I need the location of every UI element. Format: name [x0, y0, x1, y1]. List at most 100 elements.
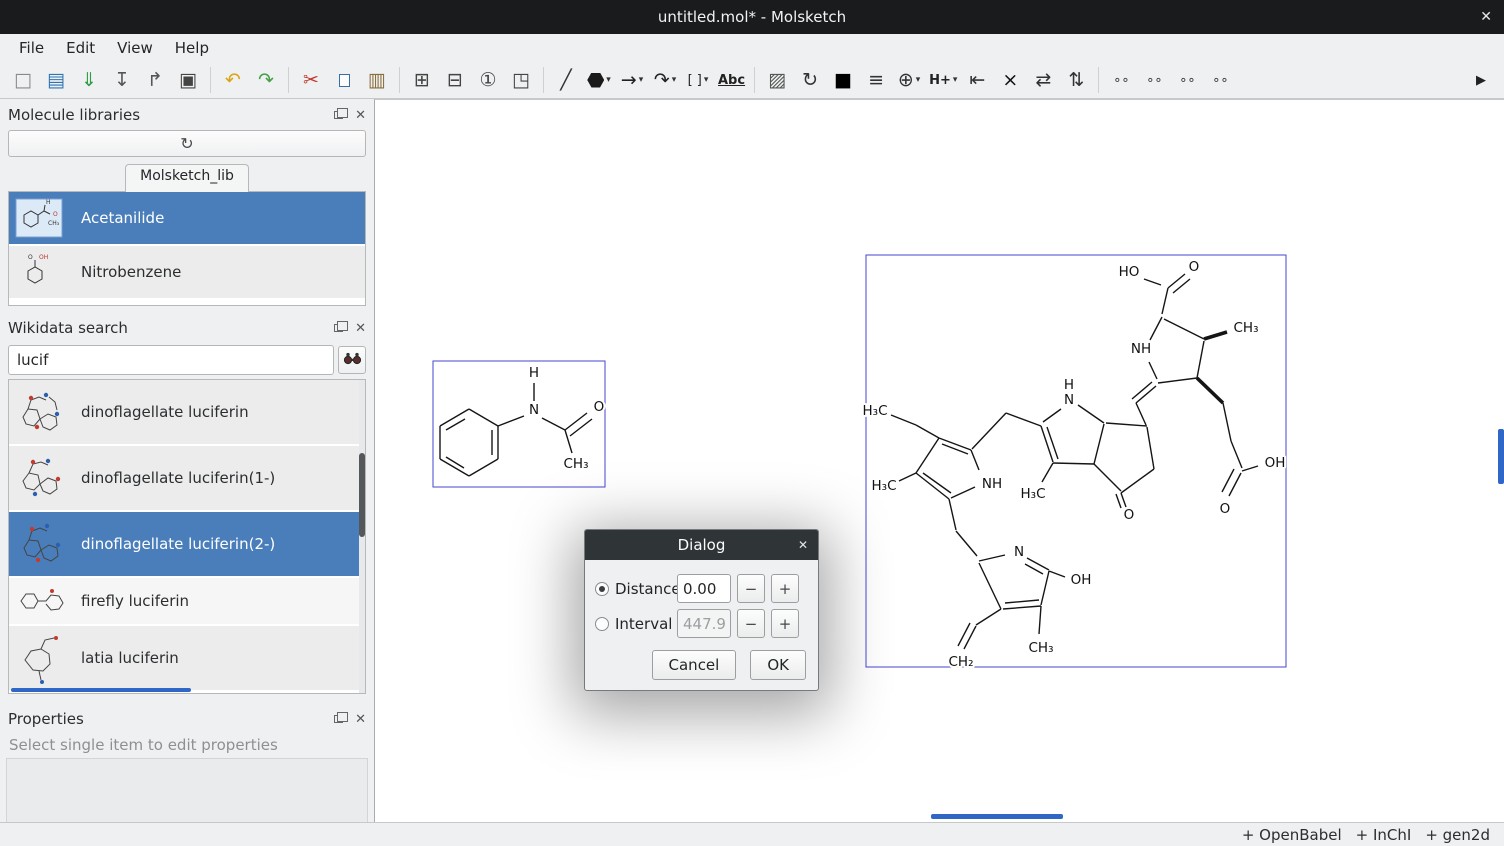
refresh-libraries-button[interactable]: ↻ [8, 130, 366, 157]
close-icon[interactable]: ✕ [355, 712, 366, 727]
arrow-tool[interactable]: →▾ [617, 65, 647, 95]
dialog-titlebar[interactable]: Dialog ✕ [585, 530, 818, 560]
wikidata-horizontal-scrollbar[interactable] [11, 688, 191, 692]
distance-increment-button[interactable]: + [771, 574, 799, 603]
electron-pair-tool[interactable]: ∘∘ [1172, 65, 1202, 95]
dropdown-arrow-icon[interactable]: ▾ [606, 75, 611, 85]
save-as-document-button[interactable]: ↧ [107, 65, 137, 95]
export-document-button[interactable]: ↱ [140, 65, 170, 95]
list-item[interactable]: OOHNitrobenzene [9, 246, 365, 300]
line-width-tool[interactable]: ≡ [861, 65, 891, 95]
zoom-fit-button[interactable]: ◳ [506, 65, 536, 95]
undock-icon[interactable] [334, 324, 343, 332]
list-item[interactable]: dinoflagellate luciferin [9, 380, 365, 446]
ring-tool[interactable]: ▾ [584, 65, 614, 95]
dropdown-arrow-icon[interactable]: ▾ [953, 75, 958, 85]
search-button[interactable] [338, 346, 366, 374]
undock-icon[interactable] [334, 111, 343, 119]
charge-tool[interactable]: ⊕▾ [894, 65, 924, 95]
window-close-button[interactable]: ✕ [1480, 9, 1492, 25]
cancel-button[interactable]: Cancel [652, 650, 737, 680]
bond [958, 623, 970, 646]
bond [1149, 362, 1157, 379]
add-hydrogen-tool[interactable]: H+▾ [927, 65, 959, 95]
dropdown-arrow-icon[interactable]: ▾ [916, 75, 921, 85]
canvas-horizontal-scrollbar[interactable] [931, 814, 1063, 819]
dropdown-arrow-icon[interactable]: ▾ [704, 75, 709, 85]
interval-radio[interactable] [595, 617, 609, 631]
luciferin-drawing[interactable]: HOONHCH₃OHOHNH₃CH₃CNHH₃CONOHCH₃CH₂ [863, 255, 1287, 670]
tab-molsketch-lib[interactable]: Molsketch_lib [125, 164, 249, 192]
dropdown-arrow-icon[interactable]: ▾ [639, 75, 644, 85]
atom-label: O [594, 399, 605, 415]
undo-button[interactable]: ↶ [218, 65, 248, 95]
distance-radio[interactable] [595, 582, 609, 596]
color-swatch-button[interactable]: ■ [828, 65, 858, 95]
menu-view[interactable]: View [106, 36, 164, 60]
print-document-button[interactable]: ▣ [173, 65, 203, 95]
text-tool[interactable]: Abc [716, 65, 747, 95]
interval-increment-button[interactable]: + [771, 609, 799, 638]
remove-hydrogen-tool[interactable]: ⇤ [962, 65, 992, 95]
list-item[interactable]: dinoflagellate luciferin(1-) [9, 446, 365, 512]
search-input[interactable] [8, 345, 334, 375]
dialog-close-button[interactable]: ✕ [798, 538, 808, 552]
zoom-in-button[interactable]: ⊞ [407, 65, 437, 95]
close-icon[interactable]: ✕ [355, 321, 366, 336]
properties-empty-area [6, 758, 368, 822]
copy-button[interactable] [329, 65, 359, 95]
menu-help[interactable]: Help [164, 36, 220, 60]
canvas-vertical-scrollbar[interactable] [1498, 429, 1504, 484]
atom-label: HO [1119, 264, 1140, 280]
interval-decrement-button[interactable]: − [737, 609, 765, 638]
bond [565, 430, 572, 453]
flip-horizontal-tool[interactable]: ⇄ [1028, 65, 1058, 95]
ring-tool-icon [587, 73, 604, 88]
canvas[interactable]: HNOCH₃HOONHCH₃OHOHNH₃CH₃CNHH₃CONOHCH₃CH₂… [374, 99, 1504, 822]
distance-input[interactable] [677, 574, 731, 603]
list-item[interactable]: latia luciferin [9, 626, 365, 692]
atom-label: CH₃ [1029, 640, 1054, 656]
atom-label: N [529, 402, 539, 418]
acetanilide-drawing[interactable]: HNOCH₃ [433, 361, 605, 487]
list-item-label: latia luciferin [81, 649, 179, 667]
list-item[interactable]: dinoflagellate luciferin(2-) [9, 512, 365, 578]
list-item[interactable]: HOCH₃Acetanilide [9, 192, 365, 246]
hash-pattern-tool[interactable]: ▨ [762, 65, 792, 95]
charge-tool-icon: ⊕ [898, 71, 914, 90]
wikidata-scrollbar-handle[interactable] [359, 453, 365, 537]
bond [1150, 317, 1162, 340]
zoom-original-button[interactable]: ① [473, 65, 503, 95]
save-document-button[interactable]: ⇓ [74, 65, 104, 95]
toolbar-separator [210, 67, 211, 93]
close-icon[interactable]: ✕ [355, 108, 366, 123]
list-item[interactable]: firefly luciferin [9, 578, 365, 626]
distance-decrement-button[interactable]: − [737, 574, 765, 603]
new-document-button[interactable]: □ [8, 65, 38, 95]
flip-vertical-tool-icon: ⇅ [1068, 71, 1084, 90]
dropdown-arrow-icon[interactable]: ▾ [672, 75, 677, 85]
diradical-tool[interactable]: ∘∘ [1205, 65, 1235, 95]
lone-pair-tool[interactable]: ∘∘ [1106, 65, 1136, 95]
undock-icon[interactable] [334, 715, 343, 723]
curved-arrow-tool[interactable]: ↷▾ [650, 65, 680, 95]
toolbar-extension-button[interactable]: ▶ [1466, 65, 1496, 95]
bracket-tool[interactable]: [ ]▾ [683, 65, 713, 95]
open-document-button[interactable]: ▤ [41, 65, 71, 95]
rotate-tool[interactable]: ↻ [795, 65, 825, 95]
atom-label: H [1064, 377, 1074, 393]
menu-edit[interactable]: Edit [55, 36, 106, 60]
radical-electron-tool[interactable]: ∘∘ [1139, 65, 1169, 95]
ok-button[interactable]: OK [750, 650, 806, 680]
flip-vertical-tool[interactable]: ⇅ [1061, 65, 1091, 95]
delete-tool[interactable]: × [995, 65, 1025, 95]
paste-button[interactable]: ▥ [362, 65, 392, 95]
menu-file[interactable]: File [8, 36, 55, 60]
zoom-out-button[interactable]: ⊟ [440, 65, 470, 95]
redo-button[interactable]: ↷ [251, 65, 281, 95]
bond [1047, 427, 1058, 459]
cut-button[interactable]: ✂ [296, 65, 326, 95]
bond [1197, 341, 1204, 378]
bond [1094, 424, 1104, 464]
draw-bond-tool[interactable]: ╱ [551, 65, 581, 95]
